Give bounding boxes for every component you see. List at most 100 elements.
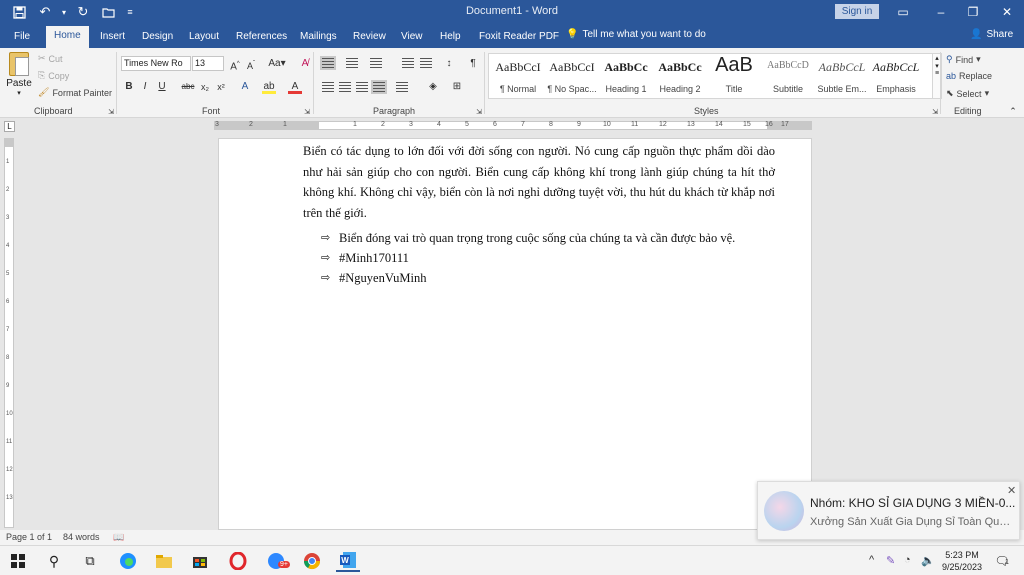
- edge-icon[interactable]: [116, 550, 140, 572]
- bold-button[interactable]: B: [122, 80, 136, 94]
- tab-file[interactable]: File: [6, 28, 38, 48]
- horizontal-ruler[interactable]: 3 2 1 1 2 3 4 5 6 7 8 9 10 11 12 13 14 1…: [214, 121, 812, 130]
- align-right-icon[interactable]: [354, 80, 370, 94]
- style-emphasis[interactable]: AaBbCcL Emphasis: [869, 54, 923, 100]
- tell-me-search[interactable]: 💡 Tell me what you want to do: [566, 29, 706, 40]
- bullet-item[interactable]: ⇨ Biển đóng vai trò quan trọng trong cuộ…: [321, 231, 735, 246]
- cut-button[interactable]: ✂ Cut: [38, 53, 63, 64]
- bullet-text: Biển đóng vai trò quan trọng trong cuộc …: [339, 231, 736, 245]
- collapse-ribbon-icon[interactable]: ⌃: [1006, 104, 1020, 118]
- highlight-color-icon[interactable]: ab: [262, 80, 276, 94]
- ruler-number: 2: [6, 187, 10, 193]
- tab-insert[interactable]: Insert: [92, 28, 133, 48]
- shading-icon[interactable]: ◈: [426, 80, 440, 94]
- strikethrough-button[interactable]: abc: [180, 80, 196, 94]
- ruler-number: 10: [6, 411, 13, 417]
- borders-icon[interactable]: ⊞: [450, 80, 464, 94]
- tab-view[interactable]: View: [393, 28, 431, 48]
- font-size-select[interactable]: 13: [192, 56, 224, 71]
- style-heading-2[interactable]: AaBbCc Heading 2: [653, 54, 707, 100]
- messenger-icon[interactable]: 9+: [264, 550, 290, 572]
- ruler-number: 5: [6, 271, 10, 277]
- document-page[interactable]: Biển có tác dụng to lớn đối với đời sống…: [218, 138, 812, 530]
- opera-icon[interactable]: [226, 550, 250, 572]
- ruler-number: 7: [6, 327, 10, 333]
- tab-foxit-reader-pdf[interactable]: Foxit Reader PDF: [471, 28, 567, 48]
- italic-button[interactable]: I: [138, 80, 152, 94]
- minimize-icon[interactable]: –: [926, 2, 956, 22]
- windows-start-icon[interactable]: [6, 550, 30, 572]
- style-subtle-emphasis[interactable]: AaBbCcL Subtle Em...: [815, 54, 869, 100]
- page-count[interactable]: Page 1 of 1: [6, 532, 52, 542]
- style-no-spacing[interactable]: AaBbCcI ¶ No Spac...: [545, 54, 599, 100]
- numbering-icon[interactable]: [344, 56, 360, 70]
- notification-toast[interactable]: Nhóm: KHO SỈ GIA DỤNG 3 MIỀN-0... Xưởng …: [757, 481, 1020, 540]
- style-heading-1[interactable]: AaBbCc Heading 1: [599, 54, 653, 100]
- format-painter-button[interactable]: 🖌 Format Painter: [38, 87, 112, 98]
- tab-references[interactable]: References: [228, 28, 295, 48]
- proofing-icon[interactable]: 📖: [113, 532, 124, 543]
- clock[interactable]: 5:23 PM 9/25/2023: [940, 549, 984, 573]
- share-button[interactable]: 👤 Share: [970, 29, 1013, 40]
- word-count[interactable]: 84 words: [63, 532, 100, 542]
- tab-help[interactable]: Help: [432, 28, 469, 48]
- sign-in-button[interactable]: Sign in: [835, 4, 879, 19]
- align-left-icon[interactable]: [320, 80, 336, 94]
- bullet-item[interactable]: ⇨ #NguyenVuMinh: [321, 271, 426, 286]
- microsoft-store-icon[interactable]: [188, 550, 212, 572]
- close-icon[interactable]: ✕: [1007, 484, 1016, 497]
- grow-font-icon[interactable]: A^: [228, 57, 242, 72]
- font-color-icon[interactable]: A: [288, 80, 302, 94]
- paste-button[interactable]: Paste ▾: [6, 52, 32, 97]
- chrome-icon[interactable]: [300, 550, 324, 572]
- align-center-icon[interactable]: [337, 80, 353, 94]
- superscript-button[interactable]: x²: [214, 80, 228, 94]
- replace-button[interactable]: ab Replace: [946, 71, 992, 81]
- volume-icon[interactable]: 🔈: [921, 554, 935, 567]
- font-family-select[interactable]: Times New Ro: [121, 56, 191, 71]
- tab-home[interactable]: Home: [46, 26, 89, 48]
- tab-review[interactable]: Review: [345, 28, 394, 48]
- cursor-icon: ⬉: [946, 88, 954, 98]
- notification-title: Nhóm: KHO SỈ GIA DỤNG 3 MIỀN-0...: [810, 496, 1016, 510]
- find-button[interactable]: ⚲ Find ▾: [946, 54, 981, 65]
- show-hidden-icons[interactable]: ^: [869, 554, 874, 566]
- notification-center-icon[interactable]: 🗨 1: [990, 550, 1014, 572]
- search-icon[interactable]: ⚲: [42, 550, 66, 572]
- increase-indent-icon[interactable]: [418, 56, 434, 70]
- pen-icon[interactable]: ✎: [886, 554, 895, 567]
- style-subtitle[interactable]: AaBbCcD Subtitle: [761, 54, 815, 100]
- bullets-icon[interactable]: [320, 56, 336, 70]
- copy-button[interactable]: ⎘ Copy: [38, 70, 69, 81]
- multilevel-list-icon[interactable]: [368, 56, 384, 70]
- wifi-icon[interactable]: ◔: [904, 554, 911, 566]
- subscript-button[interactable]: x₂: [198, 80, 212, 94]
- clear-formatting-icon[interactable]: A̸: [298, 57, 312, 71]
- tab-selector[interactable]: L: [4, 121, 15, 132]
- maximize-icon[interactable]: ❐: [958, 2, 988, 22]
- sort-icon[interactable]: ↕: [442, 57, 456, 71]
- clipboard-group-label: Clipboard: [34, 106, 73, 116]
- tab-layout[interactable]: Layout: [181, 28, 227, 48]
- justify-icon[interactable]: [371, 80, 387, 94]
- bullet-item[interactable]: ⇨ #Minh170111: [321, 251, 409, 266]
- file-explorer-icon[interactable]: [152, 550, 176, 572]
- shrink-font-icon[interactable]: Aˇ: [244, 57, 258, 71]
- body-paragraph[interactable]: Biển có tác dụng to lớn đối với đời sống…: [303, 141, 775, 223]
- change-case-icon[interactable]: Aa▾: [266, 57, 288, 71]
- text-effects-icon[interactable]: A: [238, 80, 252, 94]
- decrease-indent-icon[interactable]: [400, 56, 416, 70]
- pilcrow-icon[interactable]: ¶: [466, 57, 480, 71]
- task-view-icon[interactable]: ⧉: [78, 550, 102, 572]
- style-normal[interactable]: AaBbCcI ¶ Normal: [491, 54, 545, 100]
- tab-mailings[interactable]: Mailings: [292, 28, 345, 48]
- select-button[interactable]: ⬉ Select ▾: [946, 88, 989, 99]
- style-title[interactable]: AaB Title: [707, 54, 761, 100]
- vertical-ruler[interactable]: 1 2 3 4 5 6 7 8 9 10 11 12 13: [4, 138, 14, 528]
- tab-design[interactable]: Design: [134, 28, 181, 48]
- ribbon-display-options-icon[interactable]: ▭: [888, 2, 918, 22]
- word-icon[interactable]: W: [336, 550, 360, 572]
- close-icon[interactable]: ✕: [992, 2, 1022, 22]
- underline-button[interactable]: U: [155, 80, 169, 94]
- line-spacing-icon[interactable]: [394, 80, 410, 94]
